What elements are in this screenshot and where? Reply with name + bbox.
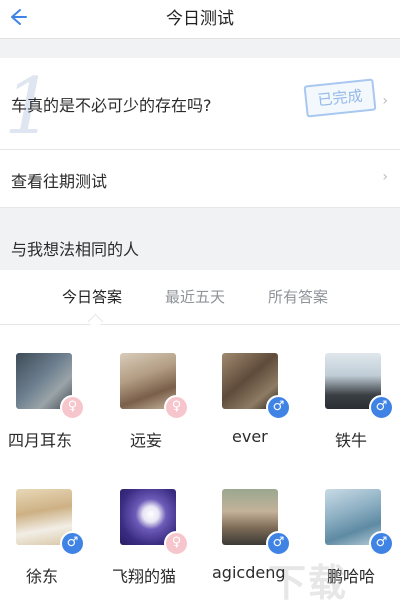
question-text: 车真的是不必可少的存在吗? bbox=[11, 96, 212, 115]
separator-band bbox=[0, 39, 400, 58]
user-name: 徐东 bbox=[26, 567, 59, 586]
section-title: 与我想法相同的人 bbox=[11, 240, 140, 259]
user-card[interactable]: ♀ 飞翔的猫 bbox=[112, 489, 210, 609]
user-name: 远妄 bbox=[130, 431, 163, 450]
male-icon: ♂ bbox=[369, 395, 394, 420]
past-tests-row[interactable]: 查看往期测试 › bbox=[0, 150, 400, 208]
tab-today[interactable]: 今日答案 bbox=[62, 286, 122, 307]
user-name: 四月耳东 bbox=[8, 431, 73, 450]
past-tests-label: 查看往期测试 bbox=[11, 172, 108, 191]
user-name: 飞翔的猫 bbox=[112, 567, 177, 586]
female-icon: ♀ bbox=[164, 531, 189, 556]
chevron-right-icon: › bbox=[382, 169, 388, 185]
female-icon: ♀ bbox=[60, 395, 85, 420]
chevron-right-icon: › bbox=[382, 93, 388, 109]
user-card[interactable]: ♂ 徐东 bbox=[16, 489, 106, 609]
female-icon: ♀ bbox=[164, 395, 189, 420]
question-row[interactable]: 1 车真的是不必可少的存在吗? 已完成 › bbox=[0, 58, 400, 150]
top-bar: 今日测试 bbox=[0, 0, 400, 39]
user-name: ever bbox=[232, 427, 268, 446]
answer-tabs: 今日答案 最近五天 所有答案 bbox=[0, 270, 400, 325]
male-icon: ♂ bbox=[60, 531, 85, 556]
male-icon: ♂ bbox=[369, 531, 394, 556]
user-card[interactable]: ♀ 四月耳东 bbox=[8, 353, 106, 473]
page-title: 今日测试 bbox=[166, 9, 234, 29]
user-card[interactable]: ♂ 铁牛 bbox=[325, 353, 400, 473]
user-card[interactable]: ♀ 远妄 bbox=[120, 353, 210, 473]
user-name: 铁牛 bbox=[335, 431, 368, 450]
user-card[interactable]: ♂ ever bbox=[222, 353, 312, 473]
tab-last-five-days[interactable]: 最近五天 bbox=[165, 286, 225, 307]
completed-stamp: 已完成 bbox=[303, 78, 377, 118]
watermark-logo: 下载 bbox=[268, 561, 349, 605]
tab-all-answers[interactable]: 所有答案 bbox=[268, 286, 328, 307]
male-icon: ♂ bbox=[266, 395, 291, 420]
